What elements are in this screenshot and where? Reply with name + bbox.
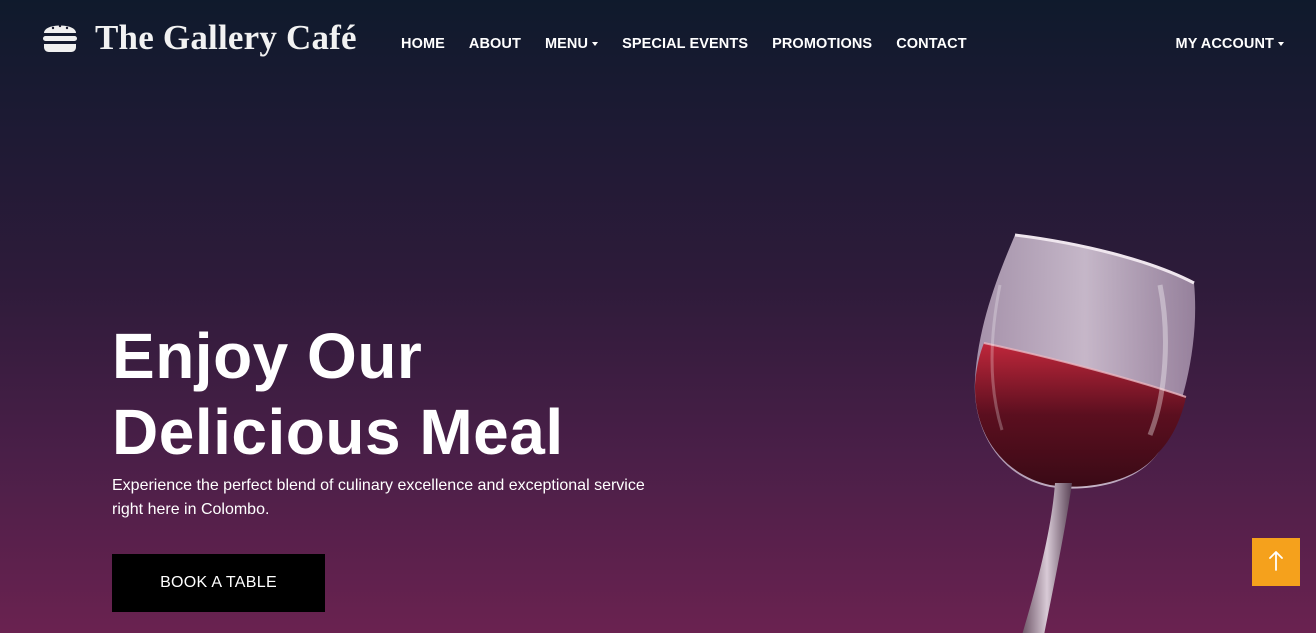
navbar: The Gallery Café HOME ABOUT MENU SPECIAL… xyxy=(0,0,1316,88)
caret-down-icon xyxy=(1278,42,1284,46)
nav-special-events[interactable]: SPECIAL EVENTS xyxy=(610,34,760,54)
nav-about-label: ABOUT xyxy=(468,36,521,52)
hero-subtitle-line-2: right here in Colombo. xyxy=(112,501,270,518)
nav-contact-label: CONTACT xyxy=(896,36,967,52)
nav-menu-dropdown[interactable]: MENU xyxy=(533,34,610,54)
nav-promotions-label: PROMOTIONS xyxy=(772,36,873,52)
nav-home-label: HOME xyxy=(401,36,445,52)
wine-glass-image xyxy=(960,225,1220,633)
brand-link[interactable]: The Gallery Café xyxy=(42,18,357,58)
burger-icon xyxy=(42,19,78,58)
book-table-button[interactable]: BOOK A TABLE xyxy=(112,554,325,612)
my-account-dropdown[interactable]: MY ACCOUNT xyxy=(1164,34,1296,54)
arrow-up-icon xyxy=(1267,550,1285,575)
hero-title: Enjoy Our Delicious Meal xyxy=(112,318,564,470)
nav-about[interactable]: ABOUT xyxy=(457,34,533,54)
hero-subtitle-line-1: Experience the perfect blend of culinary… xyxy=(112,477,645,494)
brand-name: The Gallery Café xyxy=(95,18,357,57)
hero-subtitle: Experience the perfect blend of culinary… xyxy=(112,474,672,522)
my-account-label: MY ACCOUNT xyxy=(1175,36,1274,52)
nav-contact[interactable]: CONTACT xyxy=(884,34,979,54)
back-to-top-button[interactable] xyxy=(1252,538,1300,586)
nav-special-events-label: SPECIAL EVENTS xyxy=(622,36,749,52)
hero-title-line-1: Enjoy Our xyxy=(112,320,423,392)
nav-home[interactable]: HOME xyxy=(389,34,457,54)
caret-down-icon xyxy=(592,42,599,46)
nav-promotions[interactable]: PROMOTIONS xyxy=(760,34,884,54)
nav-menu-label: MENU xyxy=(544,36,589,52)
main-nav: HOME ABOUT MENU SPECIAL EVENTS PROMOTION… xyxy=(389,34,979,54)
hero-title-line-2: Delicious Meal xyxy=(112,396,564,468)
